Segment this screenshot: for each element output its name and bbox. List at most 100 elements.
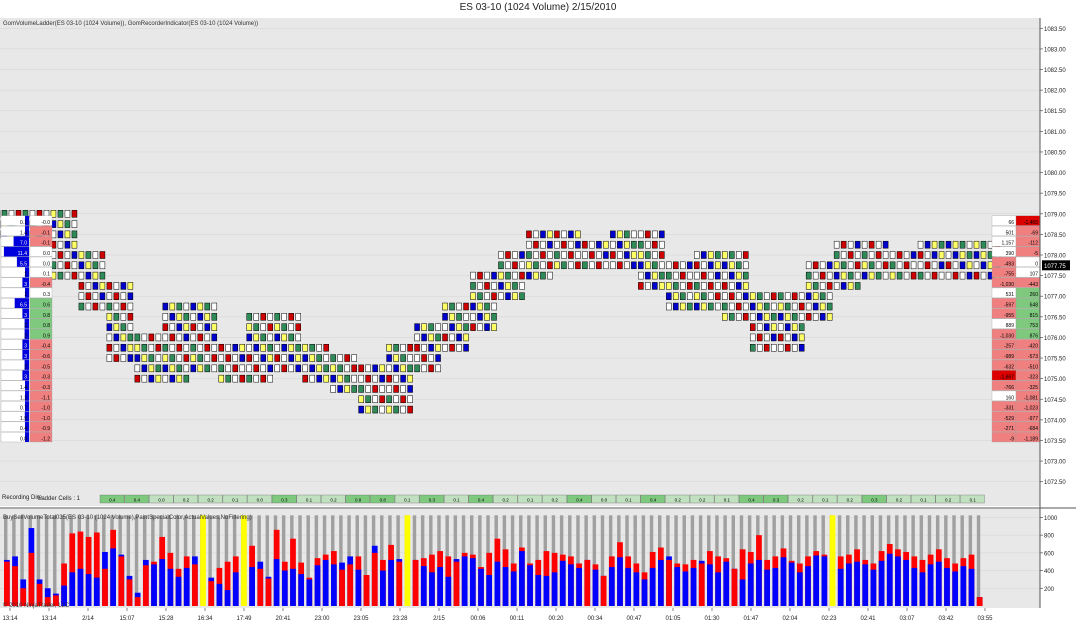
recording-cell-label: 0.0 [601,498,608,503]
footprint-cell [652,261,658,270]
volume-bar [935,561,942,606]
ladder-delta-label: -977 [1028,416,1038,422]
footprint-cell [952,261,959,270]
recording-cell-label: 0.4 [109,498,116,503]
footprint-cell [309,364,315,373]
footprint-cell [106,323,113,331]
footprint-cell [847,261,854,270]
footprint-cell [393,395,399,404]
price-chart[interactable]: 0.1 -0.01.4 -0.17.0 -0.111.4 0.05.5 0.01 0.13-… [0,16,1076,635]
footprint-cell [386,405,392,414]
recording-cell-label: 0.3 [773,498,780,503]
footprint-cell [645,251,651,259]
footprint-cell [833,271,840,280]
footprint-cell [526,240,532,249]
volume-bar [788,562,795,606]
footprint-cell [309,374,315,383]
footprint-cell [973,271,980,280]
footprint-cell [155,364,162,373]
footprint-cell [889,261,896,270]
footprint-cell [966,240,973,249]
volume-bar [232,572,239,606]
footprint-cell [463,302,469,311]
footprint-cell [959,261,966,270]
x-tick-label: 13:14 [41,616,57,622]
footprint-cell [78,271,85,280]
footprint-cell [365,405,371,414]
footprint-cell [134,343,141,352]
footprint-cell [106,313,113,321]
volume-bar [764,569,770,606]
footprint-cell [575,261,581,270]
ladder-delta-label: -420 [1028,344,1038,350]
ladder-bid-label: 889 [1006,323,1015,329]
footprint-cell [624,240,630,249]
footprint-cell [253,354,259,362]
y-tick-label: 1082.50 [1044,68,1066,74]
footprint-cell [71,261,78,270]
volume-bar [821,556,828,606]
footprint-cell [400,343,406,352]
ladder-ask-label: 7.0 [20,241,27,247]
volume-bar [568,564,574,606]
footprint-cell [162,323,169,331]
footprint-cell [694,261,700,270]
ladder-delta-label: -0.6 [41,354,50,360]
footprint-cell [610,251,616,259]
footprint-cell [64,251,71,259]
footprint-cell [596,240,602,249]
recording-cell-label: 0.0 [158,498,165,503]
footprint-cell [798,292,805,300]
footprint-cell [477,302,483,311]
footprint-cell [64,261,71,270]
footprint-cell [617,261,623,270]
footprint-cell [421,333,427,342]
footprint-cell [666,282,672,290]
volume-bar [192,564,198,606]
footprint-cell [64,230,71,239]
volume-bar [551,572,558,606]
x-tick-label: 2/15 [433,616,445,622]
footprint-cell [819,271,826,280]
footprint-cell [337,364,343,373]
footprint-cell [847,251,854,259]
recording-cell-label: 0.2 [896,498,903,503]
footprint-cell [246,364,252,373]
footprint-cell [687,302,693,311]
footprint-cell [358,385,364,393]
volume-bar [281,570,288,606]
footprint-cell [78,261,85,270]
ladder-bid-label: -331 [1004,406,1014,412]
footprint-cell [365,364,371,373]
footprint-cell [749,292,756,300]
footprint-cell [715,282,721,290]
footprint-cell [400,364,406,373]
footprint-cell [449,313,455,321]
footprint-cell [393,343,399,352]
recording-cell-label: 0.4 [748,498,755,503]
footprint-cell [931,271,938,280]
x-tick-label: 03:55 [977,616,993,622]
ladder-bid-label: -257 [1004,344,1014,350]
volume-bar [273,559,280,606]
footprint-cell [197,343,204,352]
footprint-cell [372,374,378,383]
footprint-cell [547,251,553,259]
ladder-ask-label: 1 [24,272,27,278]
ladder-delta-label: -0.1 [41,230,50,236]
footprint-cell [694,251,700,259]
footprint-cell [190,313,197,321]
footprint-cell [176,302,183,311]
footprint-cell [127,302,134,311]
footprint-cell [204,343,211,352]
footprint-cell [924,271,931,280]
chart-area[interactable]: 0.1 -0.0 1.4 -0.1 7.0 -0.1 11.4 0.0 5.5 0.0 1 0.1 3-… [0,16,1076,635]
footprint-cell [659,261,665,270]
footprint-cell [924,251,931,259]
footprint-cell [561,240,567,249]
footprint-cell [561,230,567,239]
footprint-cell [610,240,616,249]
x-tick-label: 03:07 [899,616,915,622]
footprint-cell [526,230,532,239]
recording-cell-label: 0.2 [945,498,952,503]
